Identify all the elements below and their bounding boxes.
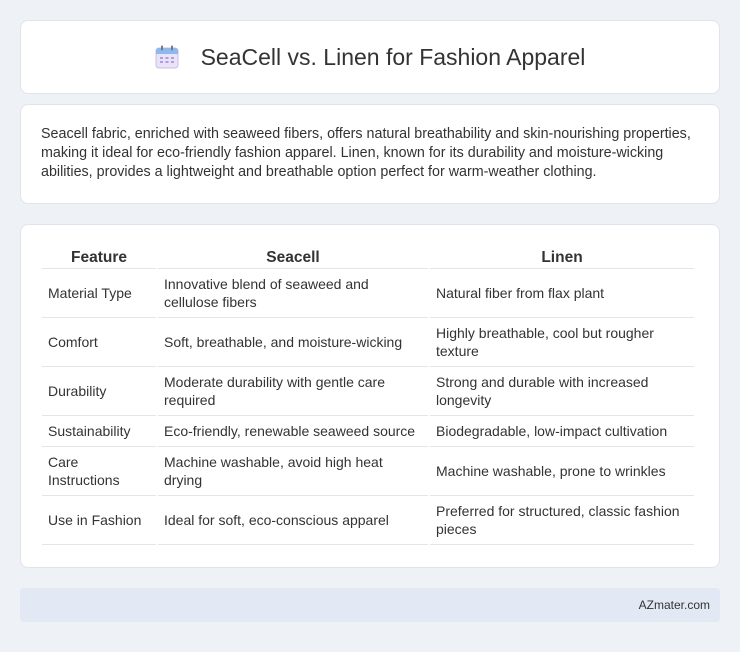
- table-cell: Ideal for soft, eco-conscious apparel: [158, 496, 428, 545]
- table-cell: Preferred for structured, classic fashio…: [430, 496, 694, 545]
- table-cell: Strong and durable with increased longev…: [430, 367, 694, 416]
- table-cell: Use in Fashion: [42, 496, 156, 545]
- title-card: SeaCell vs. Linen for Fashion Apparel: [20, 20, 720, 94]
- table-cell: Machine washable, avoid high heat drying: [158, 447, 428, 496]
- footer-site-link[interactable]: AZmater.com: [639, 598, 710, 612]
- column-header-linen: Linen: [430, 245, 694, 269]
- table-row: Care Instructions Machine washable, avoi…: [42, 447, 694, 496]
- table-cell: Durability: [42, 367, 156, 416]
- table-row: Comfort Soft, breathable, and moisture-w…: [42, 318, 694, 367]
- column-header-feature: Feature: [42, 245, 156, 269]
- table-cell: Biodegradable, low-impact cultivation: [430, 416, 694, 447]
- table-cell: Eco-friendly, renewable seaweed source: [158, 416, 428, 447]
- table-row: Material Type Innovative blend of seawee…: [42, 269, 694, 318]
- calendar-icon: [155, 45, 179, 69]
- table-cell: Soft, breathable, and moisture-wicking: [158, 318, 428, 367]
- table-cell: Highly breathable, cool but rougher text…: [430, 318, 694, 367]
- table-cell: Material Type: [42, 269, 156, 318]
- table-row: Use in Fashion Ideal for soft, eco-consc…: [42, 496, 694, 545]
- table-row: Sustainability Eco-friendly, renewable s…: [42, 416, 694, 447]
- table-cell: Moderate durability with gentle care req…: [158, 367, 428, 416]
- table-row: Durability Moderate durability with gent…: [42, 367, 694, 416]
- intro-card: Seacell fabric, enriched with seaweed fi…: [20, 104, 720, 204]
- table-cell: Care Instructions: [42, 447, 156, 496]
- comparison-table: Feature Seacell Linen Material Type Inno…: [40, 245, 696, 545]
- table-cell: Natural fiber from flax plant: [430, 269, 694, 318]
- table-header-row: Feature Seacell Linen: [42, 245, 694, 269]
- page-title: SeaCell vs. Linen for Fashion Apparel: [200, 43, 586, 70]
- column-header-seacell: Seacell: [158, 245, 428, 269]
- table-cell: Innovative blend of seaweed and cellulos…: [158, 269, 428, 318]
- table-cell: Sustainability: [42, 416, 156, 447]
- table-cell: Machine washable, prone to wrinkles: [430, 447, 694, 496]
- intro-text: Seacell fabric, enriched with seaweed fi…: [41, 126, 691, 180]
- footer: AZmater.com: [20, 588, 720, 622]
- table-cell: Comfort: [42, 318, 156, 367]
- comparison-card: Feature Seacell Linen Material Type Inno…: [20, 224, 720, 568]
